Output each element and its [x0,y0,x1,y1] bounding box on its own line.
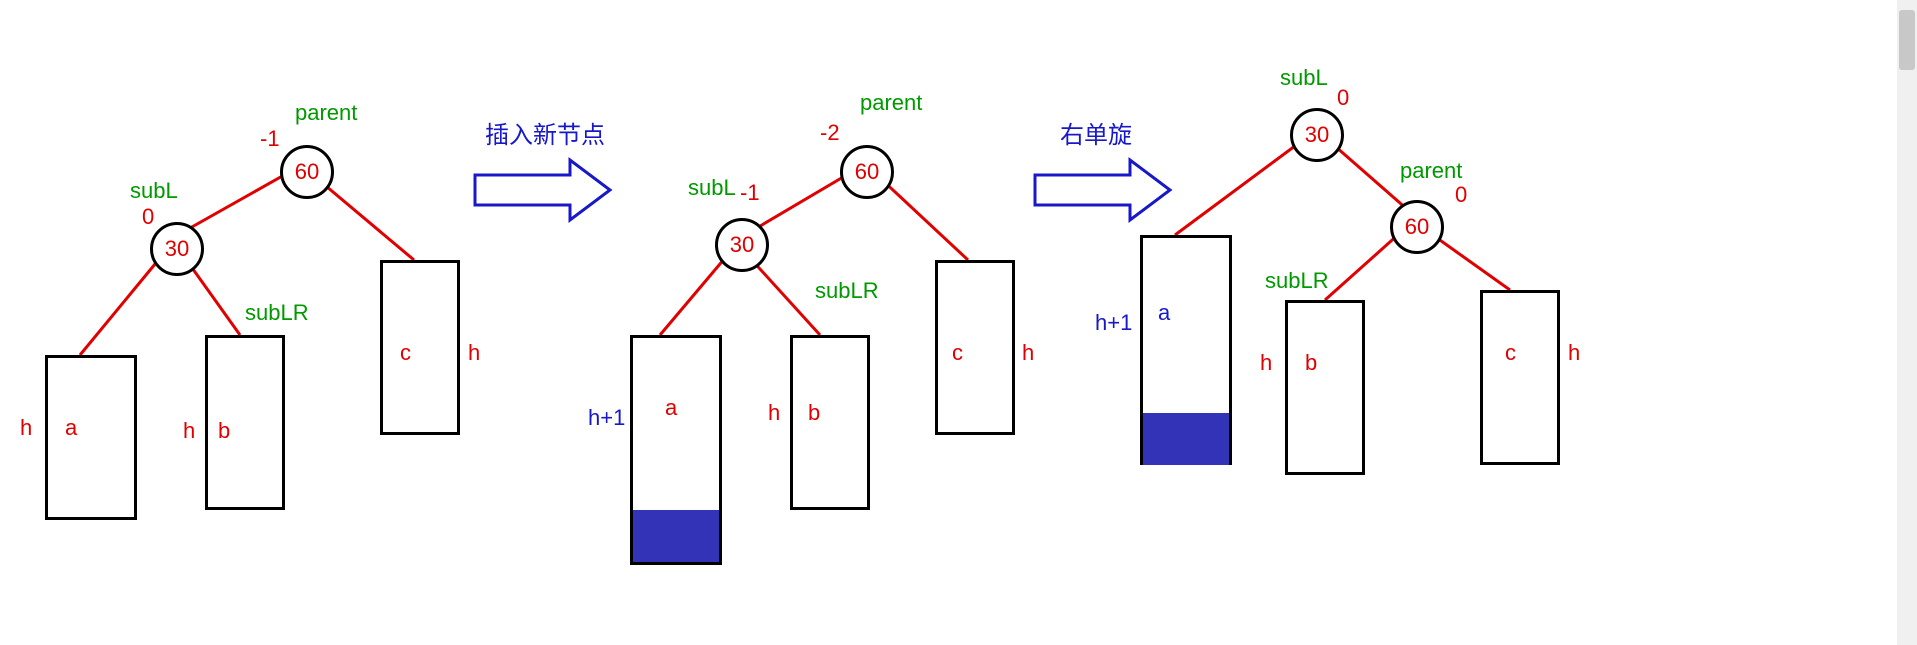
t3-parent-bf: 0 [1455,182,1467,208]
t1-rect-c [380,260,460,435]
t2-a-h: h+1 [588,405,625,431]
scrollbar[interactable] [1897,0,1917,645]
t3-sublr-label: subLR [1265,268,1329,294]
t1-parent-bf: -1 [260,126,280,152]
t3-subl-bf: 0 [1337,85,1349,111]
t2-parent-label: parent [860,90,922,116]
t3-rect-b [1285,300,1365,475]
t2-rect-c [935,260,1015,435]
t3-rect-c [1480,290,1560,465]
t2-subl-label: subL [688,175,736,201]
t2-rect-a-insert [633,510,719,562]
t2-parent-value: 60 [855,159,879,185]
t1-rect-a [45,355,137,520]
t1-parent-label: parent [295,100,357,126]
t2-b-h: h [768,400,780,426]
t1-b-h: h [183,418,195,444]
t3-subl-value: 30 [1305,122,1329,148]
t3-rect-a-insert [1143,413,1229,465]
t3-parent-node: 60 [1390,200,1444,254]
t3-parent-value: 60 [1405,214,1429,240]
t1-parent-node: 60 [280,145,334,199]
t2-c-name: c [952,340,963,366]
t3-b-name: b [1305,350,1317,376]
t3-subl-node: 30 [1290,108,1344,162]
arrow-insert [475,160,610,220]
t1-parent-value: 60 [295,159,319,185]
t2-subl-node: 30 [715,218,769,272]
arrow-rotate-label: 右单旋 [1060,115,1132,150]
arrow-insert-label: 插入新节点 [485,115,605,150]
t1-a-name: a [65,415,77,441]
t2-subl-bf: -1 [740,180,760,206]
t2-rect-b [790,335,870,510]
t3-parent-label: parent [1400,158,1462,184]
t3-a-name: a [1158,300,1170,326]
t2-c-h: h [1022,340,1034,366]
t2-sublr-label: subLR [815,278,879,304]
t1-c-h: h [468,340,480,366]
t2-parent-node: 60 [840,145,894,199]
t3-subl-label: subL [1280,65,1328,91]
t1-a-h: h [20,415,32,441]
t3-a-h: h+1 [1095,310,1132,336]
t1-sublr-label: subLR [245,300,309,326]
t2-parent-bf: -2 [820,120,840,146]
arrow-rotate [1035,160,1170,220]
scroll-thumb[interactable] [1899,10,1915,70]
t2-a-name: a [665,395,677,421]
t1-c-name: c [400,340,411,366]
t1-subl-bf: 0 [142,204,154,230]
t2-subl-value: 30 [730,232,754,258]
t3-c-name: c [1505,340,1516,366]
t1-rect-b [205,335,285,510]
t1-subl-node: 30 [150,222,204,276]
t1-b-name: b [218,418,230,444]
t2-b-name: b [808,400,820,426]
t1-subl-label: subL [130,178,178,204]
t3-b-h: h [1260,350,1272,376]
t1-subl-value: 30 [165,236,189,262]
t3-c-h: h [1568,340,1580,366]
